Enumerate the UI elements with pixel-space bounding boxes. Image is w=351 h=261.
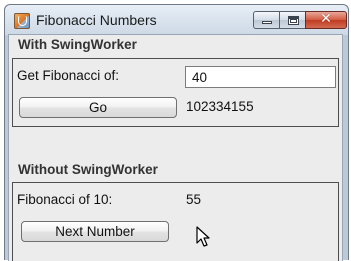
with-swingworker-panel: Get Fibonacci of: Go 102334155 xyxy=(12,58,339,127)
close-icon: ✕ xyxy=(320,11,332,27)
without-swingworker-title: Without SwingWorker xyxy=(18,162,158,177)
mouse-pointer-icon xyxy=(196,226,210,247)
java-cup-icon xyxy=(14,13,30,29)
with-swingworker-title: With SwingWorker xyxy=(18,37,137,52)
go-button[interactable]: Go xyxy=(19,97,177,118)
content-pane: With SwingWorker Get Fibonacci of: Go 10… xyxy=(8,34,343,261)
title-bar[interactable]: Fibonacci Numbers ✕ xyxy=(5,5,348,35)
close-button[interactable]: ✕ xyxy=(305,11,347,29)
minimize-icon xyxy=(262,21,272,24)
fibonacci-of-value: 55 xyxy=(186,192,202,207)
swingworker-result: 102334155 xyxy=(186,99,254,114)
get-fibonacci-label: Get Fibonacci of: xyxy=(17,68,120,83)
window-title: Fibonacci Numbers xyxy=(36,12,157,28)
next-number-button[interactable]: Next Number xyxy=(21,221,169,242)
maximize-button[interactable] xyxy=(279,11,306,29)
fibonacci-of-label: Fibonacci of 10: xyxy=(17,192,113,207)
fibonacci-input[interactable] xyxy=(185,66,336,88)
without-swingworker-panel: Fibonacci of 10: 55 Next Number xyxy=(12,182,339,261)
minimize-button[interactable] xyxy=(253,11,280,29)
maximize-icon xyxy=(288,16,299,25)
